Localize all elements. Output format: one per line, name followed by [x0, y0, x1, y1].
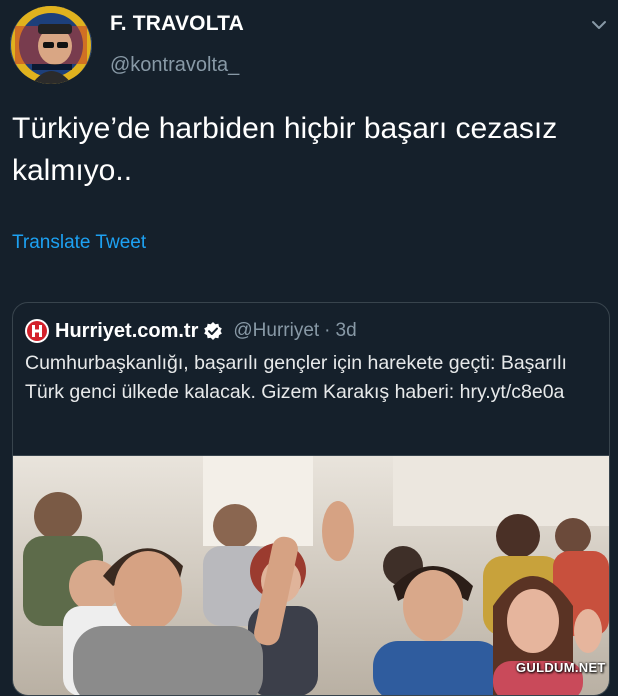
author-handle[interactable]: @kontravolta_	[110, 54, 239, 77]
author-avatar[interactable]	[10, 6, 92, 84]
chevron-down-icon[interactable]	[588, 14, 610, 36]
quoted-separator: ·	[324, 320, 331, 341]
author-name[interactable]: F. TRAVOLTA	[110, 12, 244, 36]
translate-tweet-link[interactable]: Translate Tweet	[12, 232, 146, 254]
quoted-timestamp[interactable]: 3d	[336, 320, 357, 342]
quoted-source-handle[interactable]: @Hurriyet	[233, 320, 319, 342]
verified-badge-icon	[203, 321, 223, 341]
avatar-image	[10, 6, 92, 84]
quoted-tweet-header: Hurriyet.com.tr @Hurriyet · 3d	[25, 317, 357, 345]
quoted-tweet-card[interactable]: Hurriyet.com.tr @Hurriyet · 3d Cumhurbaş…	[12, 302, 610, 696]
quoted-tweet-text: Cumhurbaşkanlığı, başarılı gençler için …	[25, 352, 567, 403]
quoted-source-name[interactable]: Hurriyet.com.tr	[55, 320, 198, 343]
hurriyet-logo-icon	[25, 319, 49, 343]
watermark: GULDUM.NET	[516, 660, 606, 675]
tweet-text: Türkiye’de harbiden hiçbir başarı cezası…	[12, 112, 558, 187]
